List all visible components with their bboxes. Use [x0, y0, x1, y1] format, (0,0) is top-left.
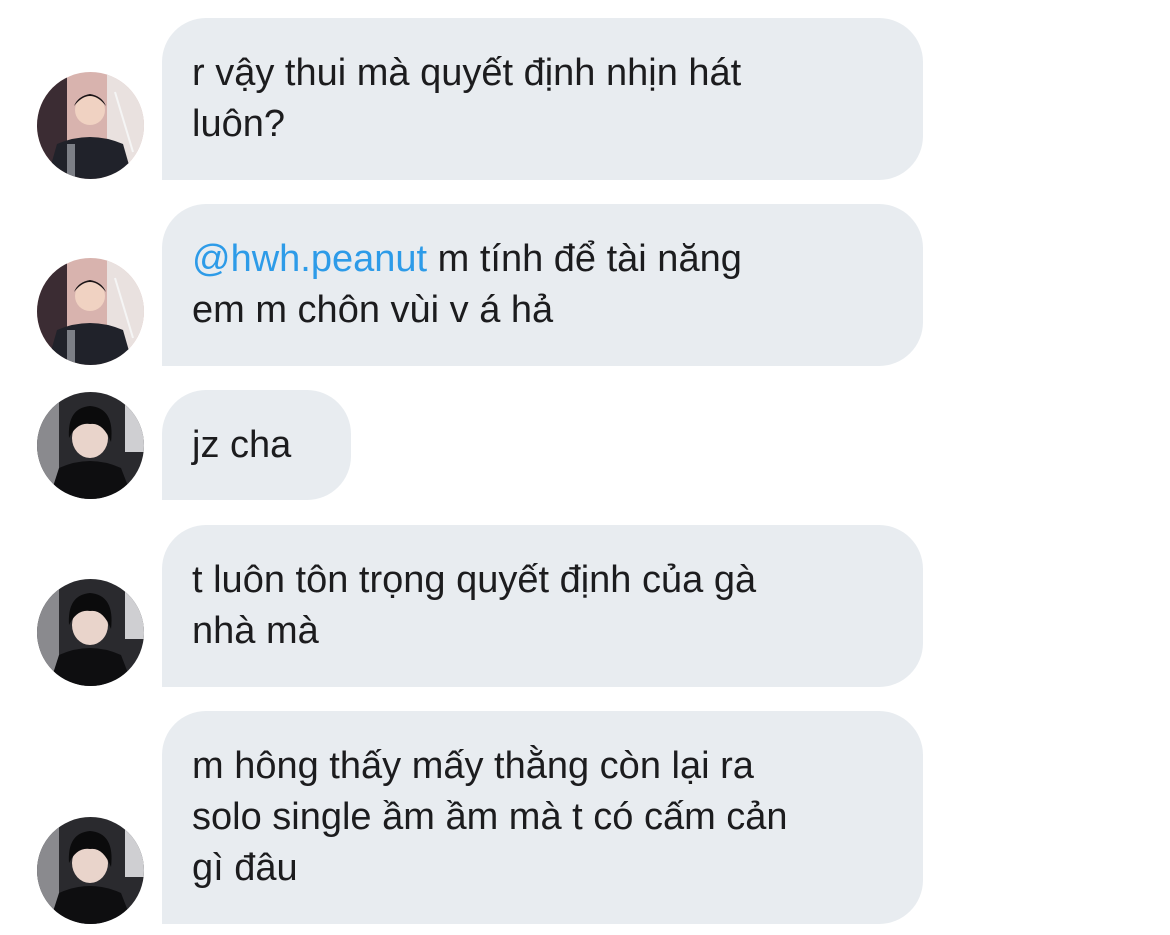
- user-avatar[interactable]: [37, 72, 144, 179]
- message-text: gì đâu: [192, 847, 298, 889]
- message-text: r vậy thui mà quyết định nhịn hát: [192, 52, 742, 94]
- message-text: t luôn tôn trọng quyết định của gà: [192, 559, 757, 601]
- message-text: jz cha: [192, 423, 292, 466]
- user-avatar[interactable]: [37, 258, 144, 365]
- message-text: nhà mà: [192, 610, 319, 652]
- message-text: solo single ầm ầm mà t có cấm cản: [192, 796, 788, 838]
- message-bubble[interactable]: @hwh.peanut m tính để tài năng em m chôn…: [162, 204, 923, 366]
- user-avatar[interactable]: [37, 392, 144, 499]
- user-avatar[interactable]: [37, 817, 144, 924]
- message-text: m hông thấy mấy thằng còn lại ra: [192, 745, 754, 787]
- message-bubble[interactable]: jz cha: [162, 390, 351, 500]
- message-bubble[interactable]: r vậy thui mà quyết định nhịn hát luôn?: [162, 18, 923, 180]
- message-bubble[interactable]: m hông thấy mấy thằng còn lại ra solo si…: [162, 711, 923, 924]
- message-text: m tính để tài năng: [427, 238, 742, 280]
- message-text: luôn?: [192, 103, 285, 145]
- message-text: em m chôn vùi v á hả: [192, 289, 554, 331]
- message-line: @hwh.peanut m tính để tài năng: [192, 234, 893, 285]
- message-bubble[interactable]: t luôn tôn trọng quyết định của gà nhà m…: [162, 525, 923, 687]
- user-avatar[interactable]: [37, 579, 144, 686]
- mention-link[interactable]: @hwh.peanut: [192, 238, 427, 280]
